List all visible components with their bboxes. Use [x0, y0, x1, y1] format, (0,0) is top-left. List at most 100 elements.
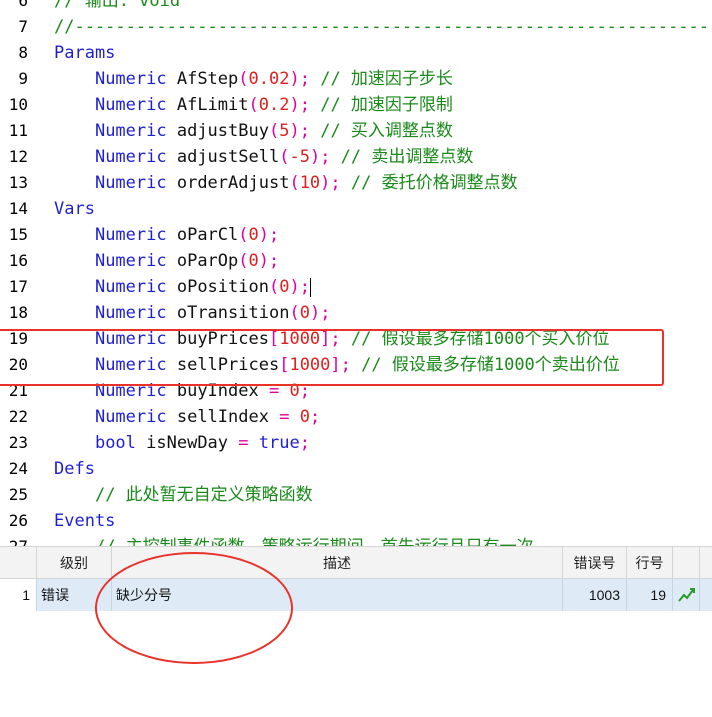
code-token: oParOp	[166, 251, 239, 271]
line-number: 27	[0, 534, 28, 546]
code-token: // 加速因子步长	[309, 69, 453, 89]
code-token: 10	[299, 173, 321, 193]
code-text: Numeric AfLimit(0.2); // 加速因子限制	[54, 92, 453, 118]
code-text: Numeric AfStep(0.02); // 加速因子步长	[54, 66, 453, 92]
code-line[interactable]: 10 Numeric AfLimit(0.2); // 加速因子限制	[0, 92, 712, 118]
code-line[interactable]: 25 // 此处暂无自定义策略函数	[0, 482, 712, 508]
line-number: 15	[8, 225, 28, 244]
code-text: // 输出: void	[54, 0, 180, 14]
code-text: Numeric oTransition(0);	[54, 300, 330, 326]
line-number: 6	[18, 0, 28, 10]
code-token: oTransition	[166, 303, 290, 323]
row-error-code: 1003	[563, 579, 627, 611]
header-error-code[interactable]: 错误号	[563, 546, 627, 579]
code-text: Defs	[54, 456, 95, 482]
code-token: // 主控制事件函数，策略运行期间，首先运行且只有一次	[95, 537, 534, 546]
code-token: Numeric	[94, 95, 167, 115]
code-token: (	[268, 121, 280, 141]
code-token: ;	[269, 251, 280, 271]
line-number: 9	[18, 69, 28, 88]
code-token: 0	[248, 251, 259, 271]
code-token: )	[289, 69, 300, 89]
code-token: (	[289, 303, 300, 323]
line-number: 23	[8, 433, 28, 452]
code-token: 0	[299, 407, 310, 427]
header-level[interactable]: 级别	[37, 546, 112, 579]
code-line[interactable]: 12 Numeric adjustSell(-5); // 卖出调整点数	[0, 144, 712, 170]
code-text: // 此处暂无自定义策略函数	[54, 482, 313, 508]
code-token: // 此处暂无自定义策略函数	[94, 485, 313, 505]
code-token: Numeric	[94, 251, 167, 271]
line-number: 25	[8, 485, 28, 504]
code-line[interactable]: 9 Numeric AfStep(0.02); // 加速因子步长	[0, 66, 712, 92]
code-token: Defs	[54, 459, 95, 479]
code-token: Numeric	[94, 121, 167, 141]
row-index: 1	[0, 579, 37, 611]
code-token: 0	[248, 225, 259, 245]
line-number: 16	[8, 251, 28, 270]
code-line[interactable]: 14 Vars	[0, 196, 712, 222]
code-text: Numeric orderAdjust(10); // 委托价格调整点数	[54, 170, 518, 196]
code-token: ;	[309, 407, 321, 427]
code-line[interactable]: 27 // 主控制事件函数，策略运行期间，首先运行且只有一次	[0, 534, 712, 546]
code-text: Numeric adjustBuy(5); // 买入调整点数	[54, 118, 453, 144]
code-token: ;	[299, 277, 310, 297]
code-line[interactable]: 26 Events	[0, 508, 712, 534]
line-number: 24	[8, 459, 28, 478]
code-token: (	[268, 277, 280, 297]
line-number: 14	[8, 199, 28, 218]
code-line[interactable]: 8 Params	[0, 40, 712, 66]
code-text: Params	[54, 40, 115, 66]
code-token: )	[309, 303, 321, 323]
line-number: 11	[8, 121, 28, 140]
code-text: Vars	[54, 196, 95, 222]
code-token: 0.2	[258, 95, 290, 115]
code-token: Numeric	[94, 147, 167, 167]
code-token: -5	[289, 147, 310, 167]
code-editor[interactable]: 6 // 输出: void 7 //-------------------------…	[0, 0, 712, 546]
code-token: Numeric	[94, 225, 167, 245]
header-icon-col	[673, 546, 700, 579]
code-token: oPosition	[166, 277, 269, 297]
code-text: Numeric oParOp(0);	[54, 248, 279, 274]
code-token: ;	[299, 95, 310, 115]
code-token: Vars	[54, 199, 95, 219]
code-token: adjustSell	[166, 147, 280, 167]
code-line[interactable]: 15 Numeric oParCl(0);	[0, 222, 712, 248]
code-token: oParCl	[166, 225, 239, 245]
code-line[interactable]: 7 //-------------------------------------…	[0, 14, 712, 40]
code-line[interactable]: 22 Numeric sellIndex = 0;	[0, 404, 712, 430]
code-line[interactable]: 24 Defs	[0, 456, 712, 482]
line-number: 13	[8, 173, 28, 192]
header-line[interactable]: 行号	[627, 546, 673, 579]
goto-line-icon[interactable]	[673, 579, 700, 611]
code-line[interactable]: 23 bool isNewDay = true;	[0, 430, 712, 456]
highlight-ellipse	[95, 552, 293, 664]
code-token: Params	[54, 43, 116, 63]
code-token: (	[238, 69, 249, 89]
row-extra	[700, 579, 712, 611]
code-line[interactable]: 11 Numeric adjustBuy(5); // 买入调整点数	[0, 118, 712, 144]
code-token: (	[238, 225, 249, 245]
line-number: 10	[8, 95, 28, 114]
code-line[interactable]: 6 // 输出: void	[0, 0, 712, 14]
code-line[interactable]: 18 Numeric oTransition(0);	[0, 300, 712, 326]
code-token: (	[248, 95, 259, 115]
code-line[interactable]: 13 Numeric orderAdjust(10); // 委托价格调整点数	[0, 170, 712, 196]
header-index	[0, 546, 37, 579]
code-token: 0.02	[248, 69, 290, 89]
line-number: 12	[8, 147, 28, 166]
code-token: Numeric	[94, 173, 167, 193]
code-line[interactable]: 17 Numeric oPosition(0);	[0, 274, 712, 300]
line-number: 18	[8, 303, 28, 322]
code-line[interactable]: 16 Numeric oParOp(0);	[0, 248, 712, 274]
